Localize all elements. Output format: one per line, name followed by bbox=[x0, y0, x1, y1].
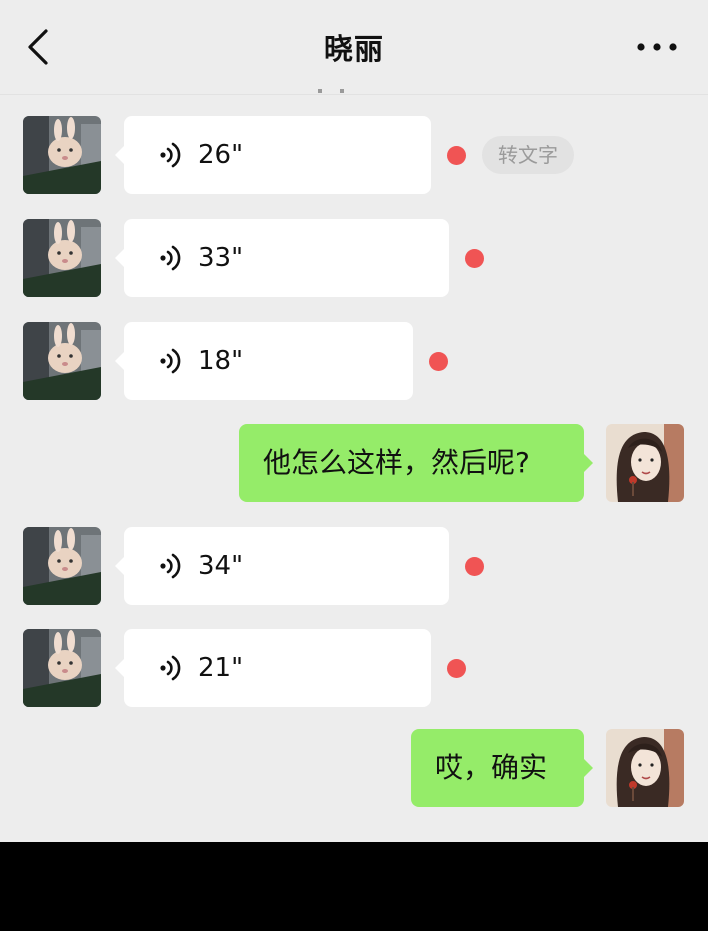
voice-duration: 26" bbox=[198, 140, 244, 170]
voice-wave-icon bbox=[160, 655, 181, 681]
voice-message-bubble[interactable]: 33" bbox=[115, 219, 449, 297]
unread-dot bbox=[447, 659, 466, 678]
more-dots-icon bbox=[637, 43, 677, 51]
message-text: 他怎么这样，然后呢? bbox=[263, 446, 530, 479]
voice-wave-icon bbox=[160, 348, 181, 374]
unread-dot bbox=[429, 352, 448, 371]
self-avatar[interactable] bbox=[606, 729, 684, 807]
contact-avatar[interactable] bbox=[23, 527, 101, 605]
chat-title: 晓丽 bbox=[323, 32, 384, 66]
message-row: 哎，确实 bbox=[0, 729, 708, 807]
more-button[interactable] bbox=[632, 34, 682, 60]
voice-duration: 18" bbox=[198, 346, 244, 376]
rabbit-avatar-image bbox=[23, 116, 101, 194]
voice-wave-icon bbox=[160, 245, 181, 271]
unread-dot bbox=[465, 557, 484, 576]
girl-avatar-image bbox=[606, 729, 684, 807]
voice-message-bubble[interactable]: 21" bbox=[115, 629, 431, 707]
chat-screen: 晓丽 26" 转文字 33" 18" 他怎么这样，然后呢? 34" 21" 哎，… bbox=[0, 0, 708, 842]
bottom-black-bar bbox=[0, 842, 708, 931]
voice-wave-icon bbox=[160, 553, 181, 579]
rabbit-avatar-image bbox=[23, 322, 101, 400]
text-message-bubble[interactable]: 哎，确实 bbox=[411, 729, 593, 807]
chat-header: 晓丽 bbox=[0, 0, 708, 95]
girl-avatar-image bbox=[606, 424, 684, 502]
self-avatar[interactable] bbox=[606, 424, 684, 502]
unread-dot bbox=[447, 146, 466, 165]
message-row: 34" bbox=[0, 527, 708, 605]
voice-message-bubble[interactable]: 18" bbox=[115, 322, 413, 400]
rabbit-avatar-image bbox=[23, 527, 101, 605]
contact-avatar[interactable] bbox=[23, 219, 101, 297]
text-message-bubble[interactable]: 他怎么这样，然后呢? bbox=[239, 424, 593, 502]
message-row: 33" bbox=[0, 219, 708, 297]
convert-to-text-button[interactable]: 转文字 bbox=[482, 136, 574, 174]
contact-avatar[interactable] bbox=[23, 629, 101, 707]
unread-dot bbox=[465, 249, 484, 268]
message-row: 他怎么这样，然后呢? bbox=[0, 424, 708, 502]
message-row: 26" 转文字 bbox=[0, 116, 708, 194]
voice-duration: 33" bbox=[198, 243, 244, 273]
contact-avatar[interactable] bbox=[23, 322, 101, 400]
voice-duration: 34" bbox=[198, 551, 244, 581]
contact-avatar[interactable] bbox=[23, 116, 101, 194]
voice-message-bubble[interactable]: 34" bbox=[115, 527, 449, 605]
message-row: 18" bbox=[0, 322, 708, 400]
rabbit-avatar-image bbox=[23, 219, 101, 297]
message-text: 哎，确实 bbox=[435, 751, 548, 784]
voice-message-bubble[interactable]: 26" bbox=[115, 116, 431, 194]
rabbit-avatar-image bbox=[23, 629, 101, 707]
voice-duration: 21" bbox=[198, 653, 244, 683]
voice-wave-icon bbox=[160, 142, 181, 168]
message-row: 21" bbox=[0, 629, 708, 707]
scrolled-content-edge bbox=[318, 89, 344, 93]
